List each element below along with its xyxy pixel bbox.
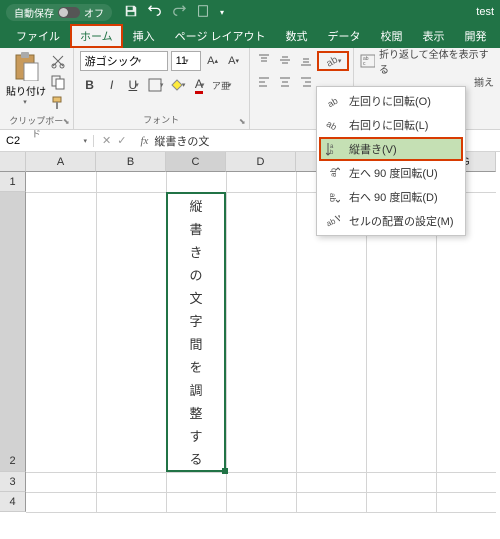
cut-icon[interactable]	[50, 53, 66, 72]
chevron-down-icon: ▾	[83, 137, 87, 145]
tab-review[interactable]: 校閲	[371, 24, 413, 48]
font-color-button[interactable]: A▾	[190, 75, 210, 95]
paste-button[interactable]: 貼り付け ▾	[6, 51, 46, 114]
fx-icon[interactable]: fx	[134, 135, 154, 147]
format-cells-icon: ab	[325, 213, 341, 229]
rotate-ccw-icon: ab	[325, 93, 341, 109]
svg-text:ab: ab	[326, 216, 337, 228]
tab-view[interactable]: 表示	[413, 24, 455, 48]
chevron-down-icon: ▾	[338, 57, 342, 65]
cancel-icon[interactable]: ✕	[102, 134, 111, 147]
vertical-text-icon: ab	[325, 141, 341, 157]
tab-formulas[interactable]: 数式	[276, 24, 318, 48]
orientation-menu: ab 左回りに回転(O) ab 右回りに回転(L) ab 縦書き(V) ab 左…	[316, 86, 466, 236]
group-font: 游ゴシック▾ 11▾ A▴ A▾ B I U▾ ▾ ▾ A▾ ア亜▾ フォント …	[74, 48, 250, 129]
clipboard-group-label: クリップボード	[6, 114, 67, 142]
tab-pagelayout[interactable]: ページ レイアウト	[165, 24, 276, 48]
autosave-label: 自動保存	[14, 5, 54, 20]
menu-format-cells[interactable]: ab セルの配置の設定(M)	[319, 209, 463, 233]
rotate-down-icon: ab	[325, 189, 341, 205]
row-header-4[interactable]: 4	[0, 492, 26, 512]
qat-customize-icon[interactable]	[196, 4, 210, 21]
undo-icon[interactable]	[148, 4, 162, 21]
underline-button[interactable]: U▾	[124, 75, 144, 95]
svg-text:ab: ab	[325, 54, 338, 68]
tab-insert[interactable]: 挿入	[123, 24, 165, 48]
tab-file[interactable]: ファイル	[6, 24, 70, 48]
copy-icon[interactable]	[50, 74, 66, 93]
chevron-down-icon: ▾	[23, 98, 27, 106]
title-bar: 自動保存 オフ ▾ test	[0, 0, 500, 24]
svg-text:ab: ab	[328, 193, 337, 202]
align-bottom-icon[interactable]	[296, 51, 316, 69]
menu-rotate-cw[interactable]: ab 右回りに回転(L)	[319, 113, 463, 137]
quick-access-toolbar: ▾	[124, 4, 224, 21]
increase-font-icon[interactable]: A▴	[204, 52, 222, 70]
active-cell-c2[interactable]: 縦書きの文字間を調整する	[166, 192, 226, 472]
merge-label: 揃え	[474, 74, 494, 89]
format-painter-icon[interactable]	[50, 95, 66, 114]
formula-input[interactable]: 縦書きの文	[154, 133, 209, 149]
fill-color-button[interactable]: ▾	[168, 75, 188, 95]
orientation-icon: ab	[324, 54, 338, 68]
wrap-icon: abc	[360, 54, 375, 68]
align-top-icon[interactable]	[254, 51, 274, 69]
menu-rotate-down[interactable]: ab 右へ 90 度回転(D)	[319, 185, 463, 209]
window-title: test	[476, 6, 494, 18]
group-clipboard: 貼り付け ▾ クリップボード ⬊	[0, 48, 74, 129]
col-header-d[interactable]: D	[226, 152, 296, 172]
tab-developer[interactable]: 開発	[455, 24, 497, 48]
phonetic-button[interactable]: ア亜▾	[212, 75, 232, 95]
menu-rotate-ccw[interactable]: ab 左回りに回転(O)	[319, 89, 463, 113]
bold-button[interactable]: B	[80, 75, 100, 95]
menu-vertical-text[interactable]: ab 縦書き(V)	[319, 137, 463, 161]
redo-icon[interactable]	[172, 4, 186, 21]
rotate-up-icon: ab	[325, 165, 341, 181]
ribbon-tabs: ファイル ホーム 挿入 ページ レイアウト 数式 データ 校閲 表示 開発	[0, 24, 500, 48]
svg-text:ab: ab	[326, 119, 338, 132]
tab-data[interactable]: データ	[318, 24, 371, 48]
col-header-c[interactable]: C	[166, 152, 226, 172]
paste-icon	[12, 51, 40, 81]
enter-icon[interactable]: ✓	[117, 134, 126, 147]
qat-dropdown-icon[interactable]: ▾	[220, 8, 224, 17]
autosave-toggle[interactable]: 自動保存 オフ	[6, 4, 112, 21]
align-center-icon[interactable]	[275, 73, 295, 91]
align-middle-icon[interactable]	[275, 51, 295, 69]
italic-button[interactable]: I	[102, 75, 122, 95]
row-header-3[interactable]: 3	[0, 472, 26, 492]
align-right-icon[interactable]	[296, 73, 316, 91]
decrease-font-icon[interactable]: A▾	[225, 52, 243, 70]
col-header-b[interactable]: B	[96, 152, 166, 172]
select-all-corner[interactable]	[0, 152, 26, 172]
border-button[interactable]: ▾	[146, 75, 166, 95]
cell-c2-text: 縦書きの文字間を調整する	[168, 194, 224, 470]
tab-home[interactable]: ホーム	[70, 24, 123, 48]
svg-text:b: b	[330, 150, 334, 156]
save-icon[interactable]	[124, 4, 138, 21]
menu-rotate-up[interactable]: ab 左へ 90 度回転(U)	[319, 161, 463, 185]
row-header-1[interactable]: 1	[0, 172, 26, 192]
formula-buttons: ✕ ✓	[94, 134, 134, 147]
paste-label: 貼り付け	[6, 83, 46, 98]
toggle-icon	[58, 7, 80, 18]
row-header-2[interactable]: 2	[0, 192, 26, 472]
dialog-launcher-icon[interactable]: ⬊	[63, 117, 70, 126]
rotate-cw-icon: ab	[325, 117, 341, 133]
orientation-button[interactable]: ab ▾	[317, 51, 349, 71]
font-group-label: フォント	[80, 113, 243, 128]
font-name-select[interactable]: 游ゴシック▾	[80, 51, 168, 71]
font-size-select[interactable]: 11▾	[171, 51, 201, 71]
svg-text:ab: ab	[326, 96, 339, 108]
align-left-icon[interactable]	[254, 73, 274, 91]
dialog-launcher-icon[interactable]: ⬊	[239, 117, 246, 126]
autosave-state: オフ	[84, 5, 104, 20]
col-header-a[interactable]: A	[26, 152, 96, 172]
wrap-text-button[interactable]: abc 折り返して全体を表示する	[360, 51, 494, 71]
